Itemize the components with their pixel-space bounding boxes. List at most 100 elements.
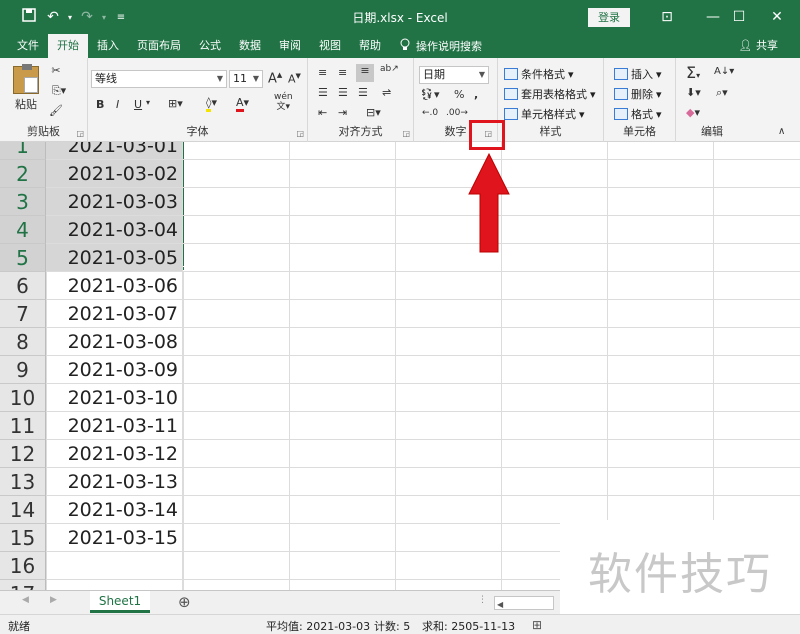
login-button[interactable]: 登录 [588, 8, 630, 27]
tab-page-layout[interactable]: 页面布局 [128, 34, 190, 58]
format-cells-button[interactable]: 格式 ▾ [614, 106, 662, 122]
delete-cells-button[interactable]: 删除 ▾ [614, 86, 662, 102]
merge-center-icon[interactable]: ⊟▾ [366, 106, 381, 119]
clipboard-dialog-launcher-icon[interactable]: ◲ [76, 129, 84, 138]
borders-icon[interactable]: ⊞▾ [168, 97, 183, 110]
decrease-indent-icon[interactable]: ⇤ [318, 106, 327, 119]
date-cell[interactable]: 2021-03-03 [46, 188, 183, 216]
font-color-icon[interactable]: A▾ [236, 96, 249, 112]
find-select-icon[interactable]: ⌕▾ [716, 86, 728, 100]
scroll-right-icon[interactable]: ▶ [50, 595, 57, 605]
undo-icon[interactable]: ↶ [42, 9, 64, 25]
scroll-left-icon[interactable]: ◀ [22, 595, 29, 605]
align-bottom-icon[interactable]: ≡ [356, 64, 374, 82]
row-header[interactable]: 7 [0, 300, 46, 328]
row-header[interactable]: 9 [0, 356, 46, 384]
row-header[interactable]: 3 [0, 188, 46, 216]
phonetic-guide-icon[interactable]: wén 文▾ [274, 92, 293, 112]
align-right-icon[interactable]: ☰ [358, 86, 368, 99]
date-cell[interactable]: 2021-03-11 [46, 412, 183, 440]
accounting-format-icon[interactable]: 💱︎▾ [420, 88, 440, 101]
undo-dropdown-icon[interactable]: ▾ [66, 13, 74, 22]
row-header[interactable]: 2 [0, 160, 46, 188]
align-center-icon[interactable]: ☰ [338, 86, 348, 99]
row-header[interactable]: 5 [0, 244, 46, 272]
close-button[interactable]: ✕ [754, 0, 800, 34]
date-cell[interactable]: 2021-03-08 [46, 328, 183, 356]
row-header[interactable]: 8 [0, 328, 46, 356]
row-header[interactable]: 1 [0, 142, 46, 160]
row-header[interactable]: 13 [0, 468, 46, 496]
date-cell[interactable]: 2021-03-10 [46, 384, 183, 412]
row-header[interactable]: 4 [0, 216, 46, 244]
fill-icon[interactable]: ⬇▾ [686, 86, 701, 99]
autosum-icon[interactable]: Σ▾ [686, 63, 700, 82]
font-dialog-launcher-icon[interactable]: ◲ [296, 129, 304, 138]
scroll-left-icon[interactable]: ◀ [495, 600, 503, 609]
underline-button[interactable]: U [134, 98, 142, 111]
tab-data[interactable]: 数据 [230, 34, 270, 58]
cut-icon[interactable]: ✂ [48, 64, 64, 77]
grow-font-icon[interactable]: A▲ [268, 71, 282, 86]
chevron-down-icon[interactable]: ▾ [146, 98, 150, 107]
date-cell[interactable]: 2021-03-07 [46, 300, 183, 328]
font-name-combo[interactable]: 等线 ▼ [91, 70, 227, 88]
row-header[interactable]: 11 [0, 412, 46, 440]
date-cell[interactable]: 2021-03-05 [46, 244, 183, 272]
date-cell[interactable]: 2021-03-12 [46, 440, 183, 468]
increase-indent-icon[interactable]: ⇥ [338, 106, 347, 119]
share-button[interactable]: 👤︎ 共享 [739, 34, 778, 58]
sort-filter-icon[interactable]: A↓▾ [714, 66, 734, 77]
tab-insert[interactable]: 插入 [88, 34, 128, 58]
format-as-table-button[interactable]: 套用表格格式 ▾ [504, 86, 596, 102]
normal-view-icon[interactable]: ⊞ [532, 618, 542, 632]
tab-home[interactable]: 开始 [48, 34, 88, 58]
date-cell[interactable]: 2021-03-15 [46, 524, 183, 552]
tab-help[interactable]: 帮助 [350, 34, 390, 58]
row-header[interactable]: 15 [0, 524, 46, 552]
date-cell[interactable]: 2021-03-13 [46, 468, 183, 496]
collapse-ribbon-icon[interactable]: ∧ [778, 126, 785, 137]
date-cell[interactable] [46, 552, 183, 580]
format-painter-icon[interactable]: 🖌︎ [48, 104, 64, 117]
clear-icon[interactable]: ◆▾ [686, 106, 700, 119]
more-icon[interactable]: ⋮ [478, 595, 487, 605]
conditional-formatting-button[interactable]: 条件格式 ▾ [504, 66, 574, 82]
save-icon[interactable] [18, 8, 40, 26]
date-cell[interactable]: 2021-03-04 [46, 216, 183, 244]
number-format-combo[interactable]: 日期 ▼ [419, 66, 489, 84]
row-header[interactable]: 16 [0, 552, 46, 580]
row-header[interactable]: 12 [0, 440, 46, 468]
tell-me-search[interactable]: 操作说明搜索 [400, 34, 482, 58]
shrink-font-icon[interactable]: A▼ [288, 72, 301, 86]
horizontal-scrollbar[interactable]: ◀ [494, 596, 554, 610]
tab-formulas[interactable]: 公式 [190, 34, 230, 58]
alignment-dialog-launcher-icon[interactable]: ◲ [402, 129, 410, 138]
font-size-combo[interactable]: 11 ▼ [229, 70, 263, 88]
wrap-text-icon[interactable]: ⇌ [382, 86, 391, 99]
decrease-decimal-icon[interactable]: .00→ [446, 108, 468, 118]
align-left-icon[interactable]: ☰ [318, 86, 328, 99]
date-cell[interactable]: 2021-03-09 [46, 356, 183, 384]
increase-decimal-icon[interactable]: ←.0 [422, 108, 438, 118]
align-middle-icon[interactable]: ≡ [338, 66, 347, 79]
ribbon-display-options-icon[interactable]: ⊡ [644, 0, 690, 34]
paste-button[interactable]: 粘贴 [8, 64, 44, 112]
add-sheet-button[interactable]: ⊕ [178, 593, 191, 611]
sheet-tab-sheet1[interactable]: Sheet1 [90, 591, 150, 613]
redo-dropdown-icon[interactable]: ▾ [100, 13, 108, 22]
italic-button[interactable]: I [116, 98, 119, 111]
date-cell[interactable]: 2021-03-06 [46, 272, 183, 300]
row-header[interactable]: 6 [0, 272, 46, 300]
date-cell[interactable] [46, 580, 183, 590]
percent-style-button[interactable]: % [454, 88, 464, 101]
tab-file[interactable]: 文件 [8, 34, 48, 58]
bold-button[interactable]: B [96, 98, 104, 111]
row-header[interactable]: 10 [0, 384, 46, 412]
tab-review[interactable]: 审阅 [270, 34, 310, 58]
insert-cells-button[interactable]: 插入 ▾ [614, 66, 662, 82]
date-cell[interactable]: 2021-03-14 [46, 496, 183, 524]
date-cell[interactable]: 2021-03-01 [46, 142, 183, 160]
comma-style-button[interactable]: , [474, 88, 478, 101]
orientation-icon[interactable]: ab↗ [380, 64, 399, 74]
